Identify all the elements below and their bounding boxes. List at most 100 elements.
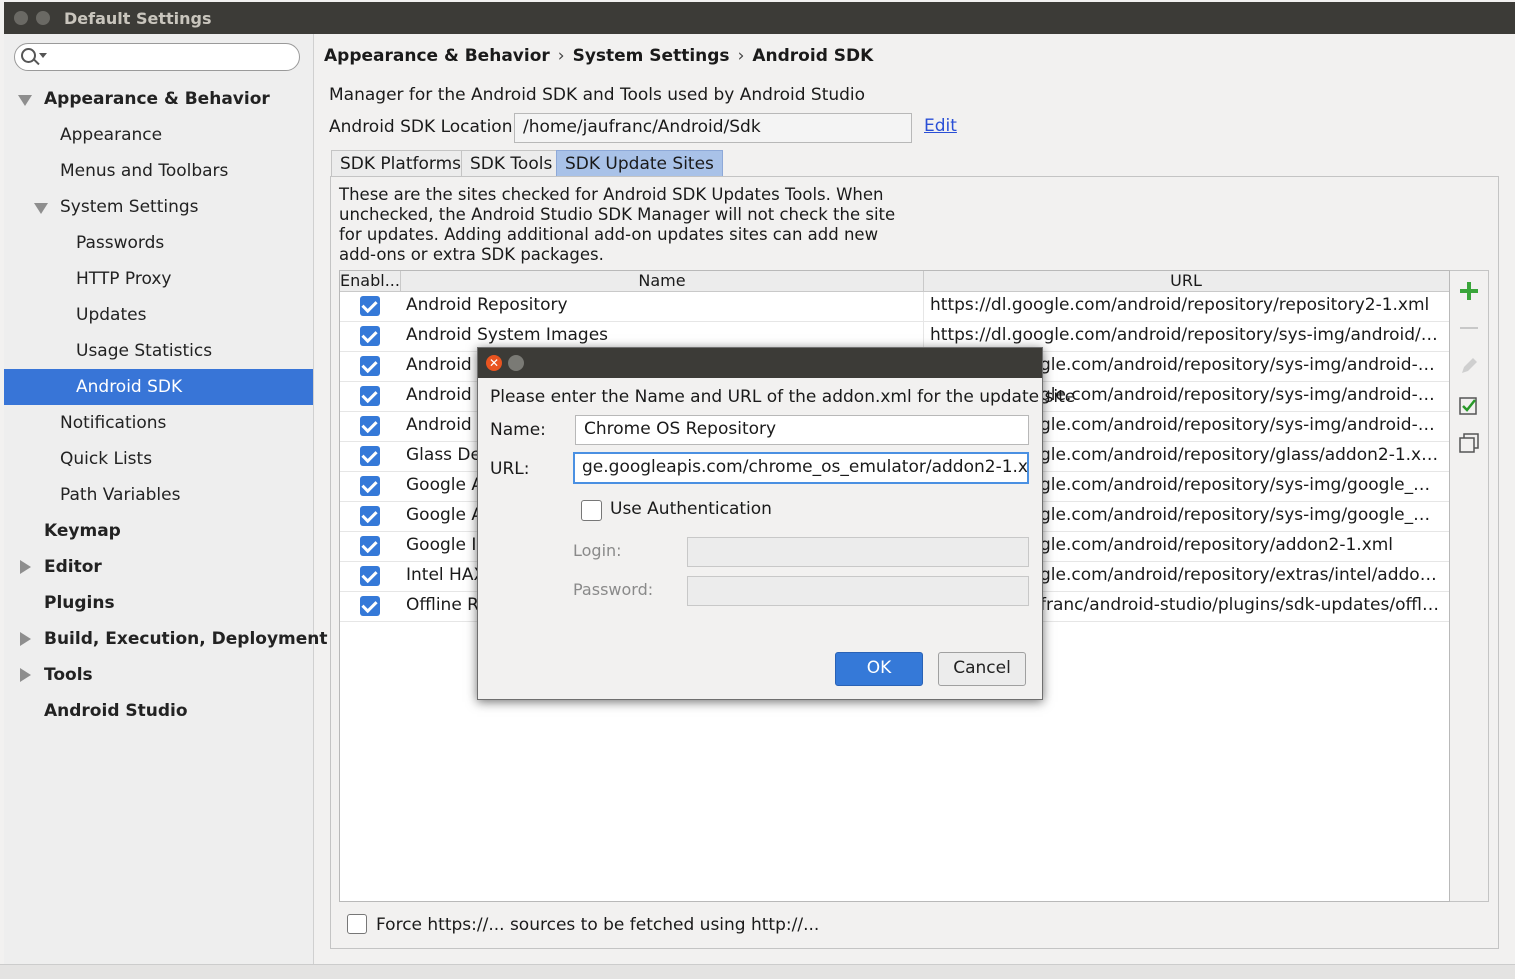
cancel-button[interactable]: Cancel xyxy=(938,652,1026,686)
tab-sdk-platforms[interactable]: SDK Platforms xyxy=(331,150,470,178)
sidebar-item-android-sdk[interactable]: Android SDK xyxy=(4,369,313,405)
expanded-arrow-icon[interactable] xyxy=(18,95,32,106)
dialog-prompt: Please enter the Name and URL of the add… xyxy=(490,387,1076,407)
breadcrumb-item: System Settings xyxy=(572,46,730,66)
sidebar-item-plugins[interactable]: Plugins xyxy=(44,585,115,621)
login-label: Login: xyxy=(573,541,622,560)
uncheck-all-icon[interactable] xyxy=(1458,432,1480,454)
enabled-checkbox[interactable] xyxy=(360,506,380,526)
sidebar-item-updates[interactable]: Updates xyxy=(76,297,146,333)
site-url: gle.com/android/repository/sys-img/andro… xyxy=(1040,385,1440,405)
remove-icon[interactable] xyxy=(1458,317,1480,339)
sidebar-item-appearance[interactable]: Appearance xyxy=(60,117,162,153)
sidebar-item-appearance-behavior[interactable]: Appearance & Behavior xyxy=(44,81,270,117)
site-name: Android Repository xyxy=(406,295,568,315)
site-url: gle.com/android/repository/sys-img/andro… xyxy=(1040,415,1440,435)
force-http-label: Force https://... sources to be fetched … xyxy=(376,915,820,935)
sidebar-item-android-studio[interactable]: Android Studio xyxy=(44,693,188,729)
column-header-name[interactable]: Name xyxy=(401,271,924,291)
site-url-input[interactable]: ge.googleapis.com/chrome_os_emulator/add… xyxy=(573,452,1029,484)
breadcrumb-separator: › xyxy=(557,46,565,66)
tab-sdk-update-sites[interactable]: SDK Update Sites xyxy=(556,150,723,178)
sidebar-item-system-settings[interactable]: System Settings xyxy=(60,189,199,225)
name-label: Name: xyxy=(490,420,546,440)
enabled-checkbox[interactable] xyxy=(360,566,380,586)
sdk-location-label: Android SDK Location: xyxy=(329,117,519,137)
close-window-icon[interactable] xyxy=(14,11,28,25)
column-header-enabled[interactable]: Enabl... xyxy=(340,271,401,291)
enabled-checkbox[interactable] xyxy=(360,446,380,466)
sdk-location-field[interactable]: /home/jaufranc/Android/Sdk xyxy=(514,113,912,143)
sidebar-item-notifications[interactable]: Notifications xyxy=(60,405,166,441)
tab-sdk-tools[interactable]: SDK Tools xyxy=(461,150,562,178)
maximize-icon[interactable] xyxy=(508,355,524,371)
column-header-url[interactable]: URL xyxy=(924,271,1448,291)
password-input[interactable] xyxy=(687,576,1029,606)
sidebar-item-quick-lists[interactable]: Quick Lists xyxy=(60,441,152,477)
force-http-checkbox[interactable] xyxy=(347,914,367,934)
sidebar-item-editor[interactable]: Editor xyxy=(44,549,102,585)
site-url: gle.com/android/repository/sys-img/andro… xyxy=(1040,355,1440,375)
login-input[interactable] xyxy=(687,537,1029,567)
enabled-checkbox[interactable] xyxy=(360,476,380,496)
site-name-value: Chrome OS Repository xyxy=(584,419,777,439)
collapsed-arrow-icon[interactable] xyxy=(20,632,31,646)
settings-sidebar: Appearance & Behavior Appearance Menus a… xyxy=(4,34,328,964)
enabled-checkbox[interactable] xyxy=(360,386,380,406)
pencil-icon[interactable] xyxy=(1458,355,1480,377)
use-authentication-label: Use Authentication xyxy=(610,499,772,519)
sidebar-item-keymap[interactable]: Keymap xyxy=(44,513,121,549)
search-icon xyxy=(21,48,36,63)
site-name: Android T xyxy=(406,355,488,375)
sidebar-item-http-proxy[interactable]: HTTP Proxy xyxy=(76,261,171,297)
enabled-checkbox[interactable] xyxy=(360,356,380,376)
bottom-strip xyxy=(0,964,1515,979)
site-name: Android \ xyxy=(406,385,483,405)
sidebar-item-usage-statistics[interactable]: Usage Statistics xyxy=(76,333,212,369)
sidebar-item-path-variables[interactable]: Path Variables xyxy=(60,477,180,513)
sidebar-item-tools[interactable]: Tools xyxy=(44,657,93,693)
enabled-checkbox[interactable] xyxy=(360,296,380,316)
use-authentication-checkbox[interactable] xyxy=(581,500,602,521)
close-icon[interactable]: ✕ xyxy=(486,355,502,371)
enabled-checkbox[interactable] xyxy=(360,596,380,616)
collapsed-arrow-icon[interactable] xyxy=(20,560,31,574)
edit-sdk-location-link[interactable]: Edit xyxy=(924,116,957,136)
url-label: URL: xyxy=(490,459,530,479)
sidebar-item-menus-toolbars[interactable]: Menus and Toolbars xyxy=(60,153,228,189)
table-toolbar xyxy=(1450,270,1489,902)
site-name: Google A xyxy=(406,505,483,525)
site-name: Android \ xyxy=(406,415,483,435)
enabled-checkbox[interactable] xyxy=(360,536,380,556)
site-url: franc/android-studio/plugins/sdk-updates… xyxy=(1040,595,1440,615)
table-row[interactable]: Android Repository https://dl.google.com/… xyxy=(340,291,1449,322)
expanded-arrow-icon[interactable] xyxy=(34,203,48,214)
site-name: Offline R xyxy=(406,595,479,615)
site-url: gle.com/android/repository/sys-img/googl… xyxy=(1040,475,1440,495)
sidebar-item-passwords[interactable]: Passwords xyxy=(76,225,164,261)
site-name: Intel HAX xyxy=(406,565,486,585)
enabled-checkbox[interactable] xyxy=(360,416,380,436)
window-titlebar: Default Settings xyxy=(4,2,1515,34)
enabled-checkbox[interactable] xyxy=(360,326,380,346)
sidebar-item-build-execution-deployment[interactable]: Build, Execution, Deployment xyxy=(44,621,328,657)
add-icon[interactable] xyxy=(1458,280,1480,302)
site-url: https://dl.google.com/android/repository… xyxy=(930,295,1430,315)
breadcrumb-item: Appearance & Behavior xyxy=(324,46,550,66)
dialog-titlebar: ✕ xyxy=(478,348,1042,378)
site-name-input[interactable]: Chrome OS Repository xyxy=(575,415,1029,445)
site-url: gle.com/android/repository/sys-img/googl… xyxy=(1040,505,1440,525)
settings-search-input[interactable] xyxy=(14,43,300,71)
breadcrumb-separator: › xyxy=(737,46,745,66)
site-name: Android System Images xyxy=(406,325,609,345)
site-url-value: ge.googleapis.com/chrome_os_emulator/add… xyxy=(582,457,1029,477)
chevron-down-icon[interactable] xyxy=(39,53,47,58)
site-url: https://dl.google.com/android/repository… xyxy=(930,325,1442,345)
update-sites-description: These are the sites checked for Android … xyxy=(339,185,896,264)
collapsed-arrow-icon[interactable] xyxy=(20,668,31,682)
ok-button[interactable]: OK xyxy=(835,652,923,686)
maximize-window-icon[interactable] xyxy=(36,11,50,25)
page-description: Manager for the Android SDK and Tools us… xyxy=(329,85,866,105)
window-title: Default Settings xyxy=(64,9,212,28)
check-all-icon[interactable] xyxy=(1458,394,1480,416)
